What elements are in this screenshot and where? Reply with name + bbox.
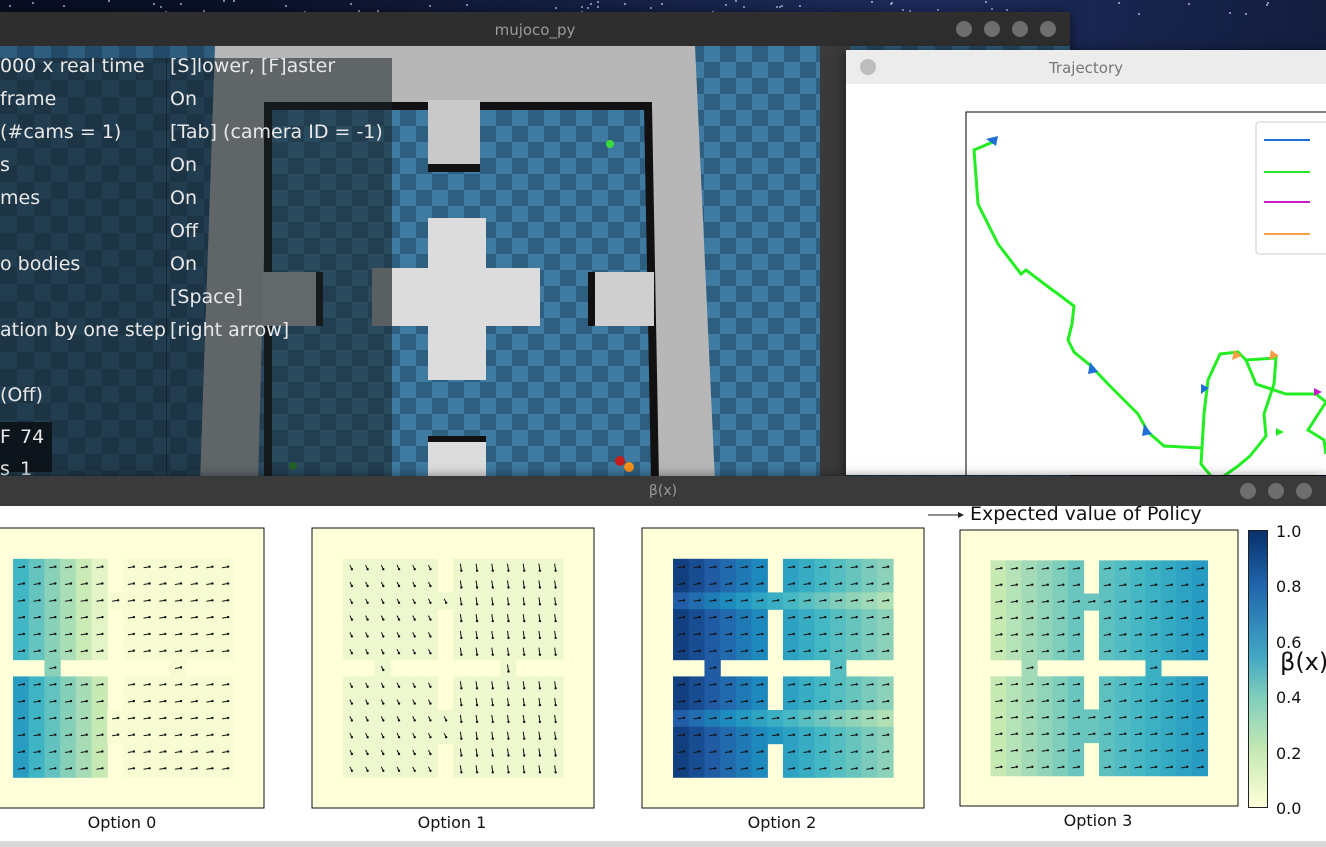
star [108, 0, 110, 2]
colorbar-tick-3: 0.4 [1276, 688, 1302, 707]
star [937, 9, 939, 11]
overlay-right-2: [Tab] (camera ID = -1) [170, 121, 383, 143]
star [735, 0, 737, 2]
window-button-1[interactable] [956, 21, 972, 37]
trajectory-window[interactable]: Trajectory [846, 50, 1326, 475]
panel-label-3: Option 3 [1063, 811, 1133, 830]
fps-value: 74 [20, 426, 45, 448]
star [725, 4, 727, 6]
star [871, 1, 873, 3]
overlay-right-1: On [170, 88, 197, 110]
colorbar-tick-1: 0.8 [1276, 577, 1302, 596]
colorbar-tick-4: 0.2 [1276, 744, 1302, 763]
star [902, 9, 904, 11]
panel-label-1: Option 1 [417, 813, 487, 832]
star [160, 6, 162, 8]
star [1229, 12, 1231, 14]
trajectory-titlebar[interactable]: Trajectory [846, 50, 1326, 84]
star [466, 4, 468, 6]
star [555, 7, 557, 9]
option-panel-3 [959, 529, 1239, 807]
close-button[interactable] [1040, 21, 1056, 37]
overlay-left-1: frame [0, 88, 57, 110]
star [781, 5, 783, 7]
overlay-left-8: ation by one step [0, 319, 166, 341]
beta-window-title: β(x) [648, 483, 678, 499]
overlay-left-4: mes [0, 187, 41, 209]
fps-label: F [0, 426, 11, 448]
beta-window-button-2[interactable] [1268, 483, 1284, 499]
star [581, 6, 583, 8]
trajectory-plot [965, 111, 1326, 475]
beta-panels [0, 527, 1239, 809]
overlay-right-8: [right arrow] [170, 319, 290, 341]
star [32, 2, 34, 4]
star [1006, 9, 1008, 11]
star [233, 0, 235, 2]
star [779, 6, 781, 8]
colorbar [1248, 530, 1268, 808]
star [223, 0, 225, 2]
star [429, 5, 431, 7]
beta-window-button-1[interactable] [1240, 483, 1256, 499]
overlay-right-5: Off [170, 220, 199, 242]
star [1118, 2, 1120, 4]
star [776, 6, 778, 8]
trajectory-window-title: Trajectory [1048, 59, 1124, 77]
star [890, 3, 892, 5]
overlay-left-6: o bodies [0, 253, 81, 275]
star [587, 7, 589, 9]
star [1138, 13, 1140, 15]
mujoco-window-title: mujoco_py [494, 21, 576, 39]
overlay-right-0: [S]lower, [F]aster [170, 55, 336, 77]
beta-window[interactable]: β(x) Expected value of Policy Option 0 O… [0, 476, 1326, 847]
star [63, 5, 65, 7]
star [597, 1, 599, 3]
overlay-right-4: On [170, 187, 197, 209]
star [991, 8, 993, 10]
overlay-right-7: [Space] [170, 286, 243, 308]
star [743, 6, 745, 8]
trajectory-window-button[interactable] [860, 59, 876, 75]
star [590, 3, 592, 5]
colorbar-tick-0: 1.0 [1276, 522, 1302, 541]
star [985, 1, 987, 3]
panel-label-0: Option 0 [87, 813, 157, 832]
star [597, 6, 599, 8]
star [1266, 4, 1268, 6]
star [153, 3, 155, 5]
window-button-2[interactable] [984, 21, 1000, 37]
star [285, 5, 287, 7]
star [1188, 3, 1190, 5]
beta-titlebar[interactable]: β(x) [0, 476, 1326, 506]
star [9, 5, 11, 7]
star [650, 7, 652, 9]
minimize-button[interactable] [1012, 21, 1028, 37]
option-panel-2 [641, 527, 925, 809]
star [799, 5, 801, 7]
overlay-right-6: On [170, 253, 197, 275]
star [624, 3, 626, 5]
beta-window-button-3[interactable] [1296, 483, 1312, 499]
overlay-left-10: (Off) [0, 384, 43, 406]
overlay-left-2: (#cams = 1) [0, 121, 122, 143]
overlay-left-0: 000 x real time [0, 55, 145, 77]
overlay-right-3: On [170, 154, 197, 176]
option-panel-0 [0, 527, 265, 809]
bottom-taskbar [0, 841, 1326, 847]
overlay-left-3: s [0, 154, 10, 176]
star [661, 3, 663, 5]
colorbar-tick-5: 0.0 [1276, 799, 1302, 818]
colorbar-label: β(x) [1280, 648, 1326, 676]
panel-label-2: Option 2 [747, 813, 817, 832]
star [1245, 13, 1247, 15]
mujoco-titlebar[interactable]: mujoco_py [0, 12, 1070, 46]
option-panel-1 [311, 527, 595, 809]
star [180, 3, 182, 5]
star [350, 3, 352, 5]
